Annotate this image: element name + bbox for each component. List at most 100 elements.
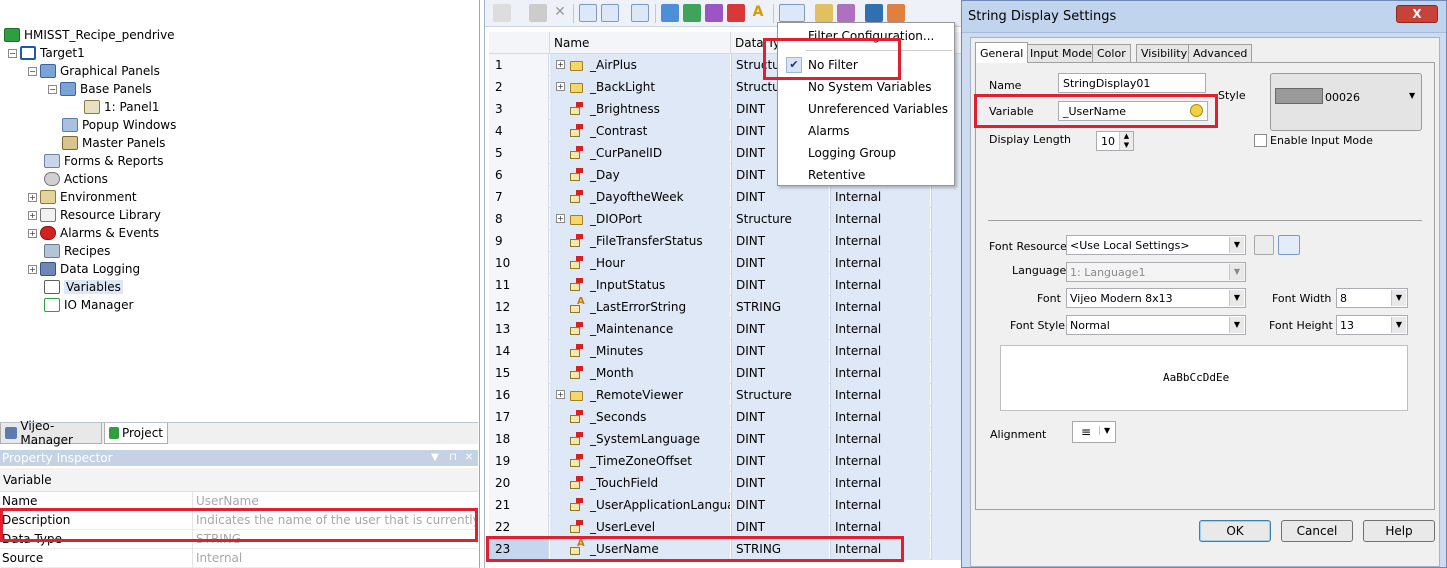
variable-name-cell[interactable]: _CurPanelID: [550, 142, 730, 164]
table-row[interactable]: 22 _UserLevel DINT Internal: [489, 516, 962, 538]
expand-icon[interactable]: +: [556, 214, 565, 223]
data-type-cell[interactable]: DINT: [731, 340, 829, 362]
source-cell[interactable]: Internal: [830, 186, 930, 208]
data-type-cell[interactable]: DINT: [731, 428, 829, 450]
source-cell[interactable]: Internal: [830, 362, 930, 384]
variable-name-cell[interactable]: _InputStatus: [550, 274, 730, 296]
tab-visibility[interactable]: Visibility: [1136, 44, 1193, 62]
data-type-cell[interactable]: STRING: [731, 538, 829, 560]
table-row[interactable]: 13 _Maintenance DINT Internal: [489, 318, 962, 340]
source-cell[interactable]: Internal: [830, 296, 930, 318]
collapse-icon[interactable]: −: [28, 66, 37, 76]
variable-name-cell[interactable]: _Maintenance: [550, 318, 730, 340]
source-cell[interactable]: Internal: [830, 538, 930, 560]
tab-project[interactable]: Project: [104, 423, 168, 444]
variable-name-cell[interactable]: A _LastErrorString: [550, 296, 730, 318]
table-row[interactable]: 12 A _LastErrorString STRING Internal: [489, 296, 962, 318]
variable-name-cell[interactable]: _Seconds: [550, 406, 730, 428]
style-selector[interactable]: 00026 ▼: [1270, 73, 1422, 131]
variable-name-cell[interactable]: _Brightness: [550, 98, 730, 120]
font-style-select[interactable]: Normal ▼: [1066, 315, 1246, 335]
source-cell[interactable]: Internal: [830, 406, 930, 428]
grid-view-icon[interactable]: [579, 4, 597, 22]
data-type-cell[interactable]: DINT: [731, 274, 829, 296]
language-select[interactable]: 1: Language1 ▼: [1066, 262, 1246, 282]
source-cell[interactable]: Internal: [830, 340, 930, 362]
name-field[interactable]: StringDisplay01: [1058, 73, 1206, 93]
tab-vijeo-manager[interactable]: Vijeo-Manager: [0, 419, 102, 447]
source-cell[interactable]: Internal: [830, 230, 930, 252]
tree-item[interactable]: Variables: [44, 278, 123, 296]
extra-cell[interactable]: [931, 230, 962, 252]
data-type-cell[interactable]: DINT: [731, 318, 829, 340]
menu-item-retentive[interactable]: Retentive: [778, 164, 954, 186]
tree-item[interactable]: + Data Logging: [28, 260, 140, 278]
header-name[interactable]: Name: [550, 32, 731, 54]
cancel-button[interactable]: Cancel: [1281, 520, 1353, 542]
extra-cell[interactable]: [931, 252, 962, 274]
font-resource-select[interactable]: <Use Local Settings> ▼: [1066, 235, 1246, 255]
source-cell[interactable]: Internal: [830, 208, 930, 230]
data-type-cell[interactable]: DINT: [731, 516, 829, 538]
data-type-cell[interactable]: STRING: [731, 296, 829, 318]
variable-field[interactable]: _UserName: [1058, 101, 1208, 121]
variable-name-cell[interactable]: + _RemoteViewer: [550, 384, 730, 406]
variable-name-cell[interactable]: _DayoftheWeek: [550, 186, 730, 208]
inspector-row-source[interactable]: Source Internal: [0, 549, 478, 568]
variable-name-cell[interactable]: A _UserName: [550, 538, 730, 560]
extra-cell[interactable]: [931, 362, 962, 384]
tree-item[interactable]: HMISST_Recipe_pendrive: [4, 26, 175, 44]
variable-name-cell[interactable]: + _AirPlus: [550, 54, 730, 76]
inspector-row-description[interactable]: Description Indicates the name of the us…: [0, 511, 478, 530]
tree-item[interactable]: Recipes: [44, 242, 110, 260]
extra-cell[interactable]: [931, 428, 962, 450]
menu-item-logging-group[interactable]: Logging Group: [778, 142, 954, 164]
table-row[interactable]: 17 _Seconds DINT Internal: [489, 406, 962, 428]
stepper-arrows-icon[interactable]: ▲ ▼: [1119, 132, 1133, 150]
tree-item[interactable]: Master Panels: [62, 134, 165, 152]
source-cell[interactable]: Internal: [830, 318, 930, 340]
tab-general[interactable]: General: [975, 42, 1029, 63]
tree-item[interactable]: − Target1: [8, 44, 85, 62]
data-type-cell[interactable]: Structure: [731, 208, 829, 230]
tree-item[interactable]: Actions: [44, 170, 108, 188]
data-type-cell[interactable]: DINT: [731, 186, 829, 208]
tree-item[interactable]: Popup Windows: [62, 116, 176, 134]
extra-cell[interactable]: [931, 384, 962, 406]
source-cell[interactable]: Internal: [830, 428, 930, 450]
extra-cell[interactable]: [931, 186, 962, 208]
variable-name-cell[interactable]: _Day: [550, 164, 730, 186]
variable-name-cell[interactable]: _UserApplicationLanguage: [550, 494, 730, 516]
alignment-select[interactable]: ≡ ▼: [1072, 421, 1116, 443]
expand-icon[interactable]: +: [556, 390, 565, 399]
ok-button[interactable]: OK: [1199, 520, 1271, 542]
source-cell[interactable]: Internal: [830, 450, 930, 472]
export-icon[interactable]: [887, 4, 905, 22]
variable-name-cell[interactable]: + _BackLight: [550, 76, 730, 98]
close-button[interactable]: X: [1396, 5, 1438, 23]
collapse-icon[interactable]: −: [48, 84, 57, 94]
extra-cell[interactable]: [931, 406, 962, 428]
source-cell[interactable]: Internal: [830, 494, 930, 516]
extra-cell[interactable]: [931, 472, 962, 494]
tree-item[interactable]: − Base Panels: [48, 80, 152, 98]
extra-cell[interactable]: [931, 318, 962, 340]
font-height-select[interactable]: 13 ▼: [1336, 315, 1408, 335]
wave-icon[interactable]: [705, 4, 723, 22]
menu-item-no-filter[interactable]: ✔ No Filter: [778, 54, 954, 76]
extra-cell[interactable]: [931, 296, 962, 318]
expand-icon[interactable]: +: [28, 264, 37, 274]
data-type-cell[interactable]: DINT: [731, 450, 829, 472]
variable-name-cell[interactable]: + _DIOPort: [550, 208, 730, 230]
font-width-select[interactable]: 8 ▼: [1336, 288, 1408, 308]
copy-font-icon[interactable]: [1254, 235, 1274, 255]
tree-item[interactable]: + Environment: [28, 188, 137, 206]
inspector-row-data-type[interactable]: Data Type STRING: [0, 530, 478, 549]
variable-name-cell[interactable]: _Month: [550, 362, 730, 384]
search-icon[interactable]: [631, 4, 649, 22]
menu-item-no-system-variables[interactable]: No System Variables: [778, 76, 954, 98]
dropdown-icon[interactable]: ▼: [428, 450, 442, 466]
data-type-cell[interactable]: DINT: [731, 472, 829, 494]
extra-cell[interactable]: [931, 208, 962, 230]
collapse-icon[interactable]: −: [8, 48, 17, 58]
